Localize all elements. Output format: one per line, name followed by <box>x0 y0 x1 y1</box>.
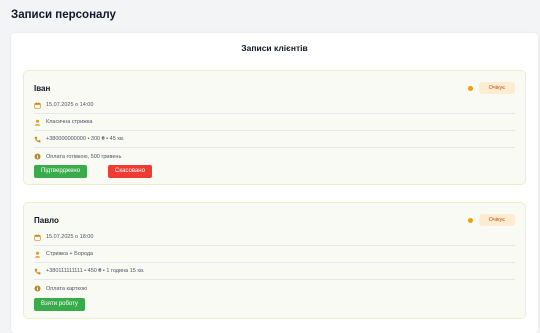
user-icon <box>34 119 41 126</box>
status-dot-icon <box>468 218 473 223</box>
booking-payment: Оплата карткою <box>46 285 88 292</box>
booking-service: Класична стрижка <box>46 119 93 125</box>
info-icon <box>34 285 41 292</box>
status-badge: Очікує <box>478 214 515 226</box>
confirmed-button[interactable]: Підтверджено <box>34 165 88 178</box>
status-badge: Очікує <box>478 82 515 94</box>
booking-datetime-row: 15.07.2025 о 14:00 <box>34 97 515 114</box>
booking-datetime-row: 15.07.2025 о 18:00 <box>34 229 515 246</box>
booking-details-row: +380000000000 • 300 ₴ • 45 хв. <box>34 131 515 148</box>
cancelled-button[interactable]: Скасовано <box>108 165 152 178</box>
booking-card: Павло Очікує 15.07.2025 о 18:00 Стрижка … <box>23 202 526 319</box>
calendar-icon <box>34 233 41 241</box>
booking-details: +380111111111 • 450 ₴ • 1 година 15 хв. <box>46 268 145 274</box>
booking-payment: Оплата готівкою, 500 гривень <box>46 153 122 160</box>
booking-details: +380000000000 • 300 ₴ • 45 хв. <box>46 136 125 142</box>
status-dot-icon <box>468 86 473 91</box>
booking-service-row: Стрижка + Борода <box>34 246 515 263</box>
booking-datetime: 15.07.2025 о 14:00 <box>46 102 94 108</box>
booking-payment-row: Оплата готівкою, 500 гривень <box>34 148 515 165</box>
phone-icon <box>34 136 41 143</box>
take-job-button[interactable]: Взяти роботу <box>34 298 85 311</box>
bookings-panel: Записи клієнтів Іван Очікує 15.07.2025 о… <box>11 33 538 333</box>
page-title: Записи персоналу <box>11 9 116 21</box>
panel-title: Записи клієнтів <box>241 43 308 53</box>
client-name: Іван <box>34 84 51 93</box>
calendar-icon <box>34 101 41 109</box>
info-icon <box>34 153 41 160</box>
booking-card: Іван Очікує 15.07.2025 о 14:00 Класична … <box>23 70 526 185</box>
booking-service-row: Класична стрижка <box>34 114 515 131</box>
booking-details-row: +380111111111 • 450 ₴ • 1 година 15 хв. <box>34 263 515 280</box>
user-icon <box>34 251 41 258</box>
booking-payment-row: Оплата карткою <box>34 280 515 297</box>
client-name: Павло <box>34 216 59 225</box>
phone-icon <box>34 268 41 275</box>
booking-service: Стрижка + Борода <box>46 251 94 257</box>
booking-datetime: 15.07.2025 о 18:00 <box>46 234 94 240</box>
